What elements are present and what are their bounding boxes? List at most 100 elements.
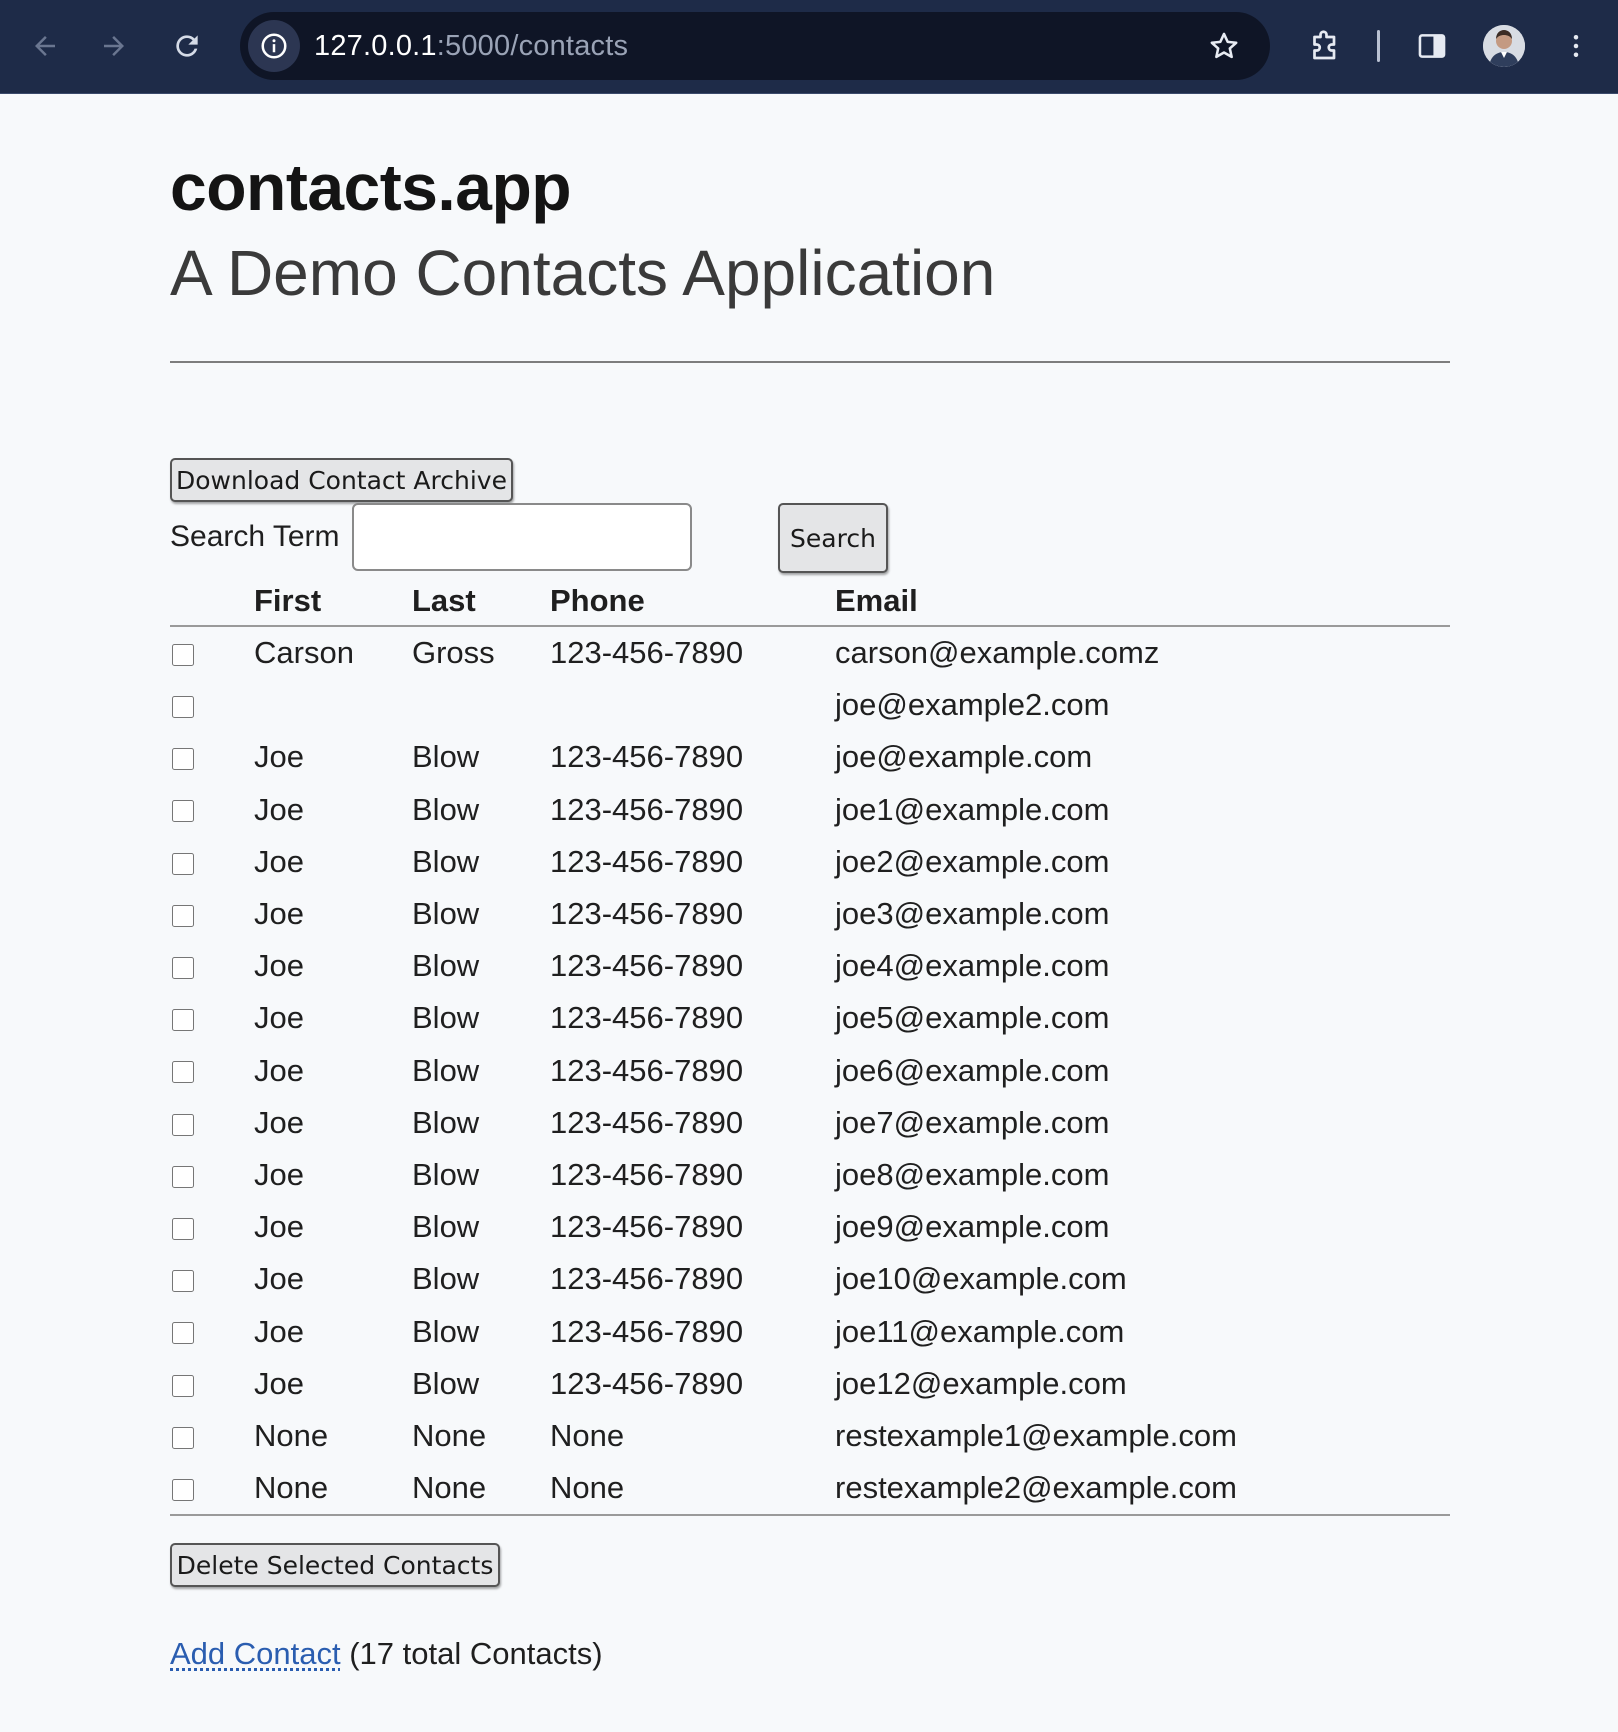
phone-cell: 123-456-7890 <box>550 1052 744 1088</box>
row-select-cell <box>170 1358 254 1410</box>
table-row: joe@example2.com <box>170 679 1450 731</box>
table-row: Joe Blow 123-456-7890 joe8@example.com <box>170 1149 1450 1201</box>
forward-arrow-icon[interactable] <box>86 18 142 74</box>
email-cell: joe2@example.com <box>835 843 1110 879</box>
row-select-checkbox[interactable] <box>172 1113 194 1136</box>
star-icon[interactable] <box>1200 22 1248 70</box>
url-text: 127.0.0.1:5000/contacts <box>314 30 628 63</box>
table-row: None None None restexample2@example.com <box>170 1462 1450 1517</box>
row-select-checkbox[interactable] <box>172 852 194 875</box>
info-icon[interactable] <box>248 20 300 72</box>
last-name-cell: Blow <box>412 896 480 932</box>
email-cell: joe7@example.com <box>835 1104 1110 1140</box>
back-arrow-icon[interactable] <box>17 18 73 74</box>
delete-selected-button[interactable]: Delete Selected Contacts <box>170 1543 500 1587</box>
last-name-cell: Blow <box>412 1052 480 1088</box>
last-name-cell: Blow <box>412 1000 480 1036</box>
avatar[interactable] <box>1483 25 1525 67</box>
column-header-phone: Phone <box>550 567 835 627</box>
email-cell: joe3@example.com <box>835 896 1110 932</box>
table-row: Joe Blow 123-456-7890 joe9@example.com <box>170 1201 1450 1253</box>
row-select-checkbox[interactable] <box>172 1270 194 1293</box>
email-cell: joe1@example.com <box>835 791 1110 827</box>
first-name-cell: Joe <box>254 1000 304 1036</box>
table-row: Joe Blow 123-456-7890 joe11@example.com <box>170 1305 1450 1357</box>
first-name-cell: Joe <box>254 1156 304 1192</box>
phone-cell: 123-456-7890 <box>550 635 744 671</box>
search-input[interactable] <box>352 503 692 571</box>
phone-cell: 123-456-7890 <box>550 1209 744 1245</box>
row-select-cell <box>170 1305 254 1357</box>
row-select-checkbox[interactable] <box>172 957 194 980</box>
row-select-cell <box>170 940 254 992</box>
row-select-cell <box>170 1045 254 1097</box>
url-path: :5000/contacts <box>436 29 629 62</box>
phone-cell: 123-456-7890 <box>550 1313 744 1349</box>
row-select-checkbox[interactable] <box>172 800 194 823</box>
row-select-cell <box>170 679 254 731</box>
phone-cell: 123-456-7890 <box>550 948 744 984</box>
phone-cell: 123-456-7890 <box>550 1365 744 1401</box>
search-button[interactable]: Search <box>778 503 888 573</box>
phone-cell <box>550 679 835 731</box>
kebab-menu-icon[interactable] <box>1548 18 1604 74</box>
side-panel-icon[interactable] <box>1404 18 1460 74</box>
page-title: contacts.app <box>170 150 572 224</box>
row-select-checkbox[interactable] <box>172 643 194 666</box>
row-select-checkbox[interactable] <box>172 1374 194 1397</box>
row-select-checkbox[interactable] <box>172 1426 194 1449</box>
last-name-cell: Blow <box>412 791 480 827</box>
table-row: Joe Blow 123-456-7890 joe2@example.com <box>170 836 1450 888</box>
search-label: Search Term <box>170 520 340 553</box>
phone-cell: 123-456-7890 <box>550 896 744 932</box>
last-name-cell <box>412 679 550 731</box>
first-name-cell: None <box>254 1462 412 1517</box>
email-cell: joe9@example.com <box>835 1209 1110 1245</box>
add-contact-link[interactable]: Add Contact <box>170 1636 341 1671</box>
first-name-cell: Joe <box>254 1104 304 1140</box>
first-name-cell: Joe <box>254 739 304 775</box>
row-select-cell <box>170 836 254 888</box>
row-select-cell <box>170 1253 254 1305</box>
first-name-cell: Joe <box>254 1313 304 1349</box>
row-select-checkbox[interactable] <box>172 1217 194 1240</box>
column-header-first: First <box>254 567 412 627</box>
first-name-cell: Joe <box>254 1209 304 1245</box>
table-row: Joe Blow 123-456-7890 joe5@example.com <box>170 992 1450 1044</box>
phone-cell: 123-456-7890 <box>550 1156 744 1192</box>
download-archive-button[interactable]: Download Contact Archive <box>170 458 513 502</box>
last-name-cell: Blow <box>412 948 480 984</box>
first-name-cell <box>254 679 412 731</box>
email-cell: carson@example.comz <box>835 635 1160 671</box>
address-bar[interactable]: 127.0.0.1:5000/contacts <box>240 12 1270 80</box>
table-row: Joe Blow 123-456-7890 joe10@example.com <box>170 1253 1450 1305</box>
header-divider <box>170 361 1450 363</box>
page-subtitle: A Demo Contacts Application <box>170 237 996 309</box>
email-cell: restexample1@example.com <box>835 1417 1237 1453</box>
first-name-cell: Joe <box>254 896 304 932</box>
row-select-checkbox[interactable] <box>172 1165 194 1188</box>
last-name-cell: Blow <box>412 1104 480 1140</box>
row-select-checkbox[interactable] <box>172 748 194 771</box>
url-host: 127.0.0.1 <box>314 29 437 62</box>
row-select-cell <box>170 1097 254 1149</box>
first-name-cell: Joe <box>254 1365 304 1401</box>
row-select-checkbox[interactable] <box>172 1478 194 1501</box>
row-select-cell <box>170 1410 254 1462</box>
total-contacts-count: (17 total Contacts) <box>349 1636 603 1671</box>
footer: Add Contact (17 total Contacts) <box>170 1636 603 1672</box>
first-name-cell: Joe <box>254 1052 304 1088</box>
row-select-cell <box>170 1201 254 1253</box>
row-select-cell <box>170 626 254 679</box>
email-cell: joe@example.com <box>835 739 1093 775</box>
row-select-checkbox[interactable] <box>172 1061 194 1084</box>
last-name-cell: Blow <box>412 1365 480 1401</box>
row-select-checkbox[interactable] <box>172 904 194 927</box>
reload-icon[interactable] <box>159 18 215 74</box>
row-select-checkbox[interactable] <box>172 1322 194 1345</box>
row-select-checkbox[interactable] <box>172 1009 194 1032</box>
row-select-cell <box>170 784 254 836</box>
row-select-checkbox[interactable] <box>172 696 194 719</box>
puzzle-icon[interactable] <box>1297 18 1353 74</box>
email-cell: joe6@example.com <box>835 1052 1110 1088</box>
